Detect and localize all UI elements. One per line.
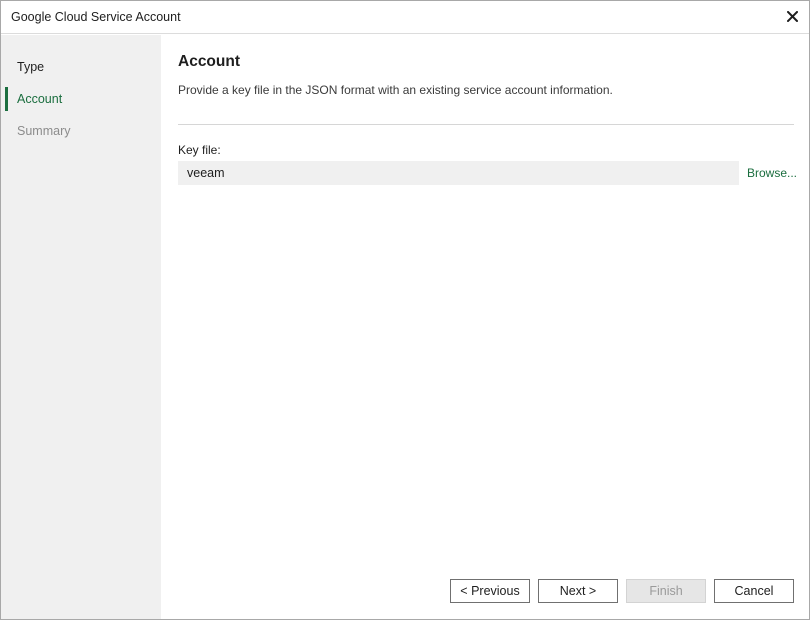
next-button[interactable]: Next > [538, 579, 618, 603]
key-file-label: Key file: [178, 143, 221, 157]
step-account[interactable]: Account [5, 87, 161, 111]
key-file-input[interactable] [178, 161, 739, 185]
wizard-content: Account Provide a key file in the JSON f… [162, 35, 809, 619]
divider [178, 124, 794, 125]
cancel-button[interactable]: Cancel [714, 579, 794, 603]
previous-button[interactable]: < Previous [450, 579, 530, 603]
dialog-window: Google Cloud Service Account Type Accoun… [0, 0, 810, 620]
step-summary: Summary [17, 124, 71, 138]
title-bar: Google Cloud Service Account [1, 1, 809, 34]
window-title: Google Cloud Service Account [11, 10, 181, 24]
page-description: Provide a key file in the JSON format wi… [178, 83, 613, 97]
close-icon[interactable] [783, 7, 801, 25]
step-type[interactable]: Type [5, 55, 161, 79]
page-title: Account [178, 53, 240, 70]
wizard-steps-sidebar: Type Account Summary [1, 35, 161, 619]
finish-button: Finish [626, 579, 706, 603]
browse-link[interactable]: Browse... [747, 166, 797, 180]
